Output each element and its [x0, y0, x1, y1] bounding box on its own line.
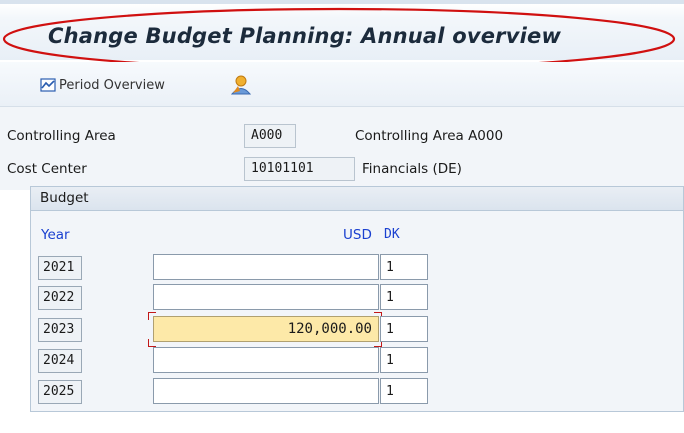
dk-input-2022[interactable]: 1 [380, 284, 428, 310]
amount-input-2025[interactable] [153, 378, 379, 404]
page-title: Change Budget Planning: Annual overview [48, 24, 562, 48]
period-overview-button[interactable]: Period Overview [40, 74, 165, 96]
cost-center-field[interactable]: 10101101 [244, 157, 355, 181]
amount-input-2024[interactable] [153, 347, 379, 373]
year-column-header: Year [41, 227, 70, 243]
period-overview-label: Period Overview [59, 77, 165, 93]
dk-input-2023[interactable]: 1 [380, 316, 428, 342]
dk-input-2025[interactable]: 1 [380, 378, 428, 404]
period-overview-icon [40, 77, 56, 93]
cost-center-label: Cost Center [7, 161, 87, 177]
currency-column-header: USD [343, 227, 372, 243]
year-cell-2023: 2023 [38, 318, 82, 342]
header-fields: Controlling Area A000 Controlling Area A… [0, 107, 684, 190]
year-cell-2021: 2021 [38, 256, 82, 280]
budget-section-title: Budget [31, 187, 683, 211]
controlling-area-label: Controlling Area [7, 128, 116, 144]
budget-panel: Budget Year USD DK 2021 1 2022 1 2023 12… [30, 186, 684, 412]
focus-corner-tl [148, 312, 156, 320]
amount-input-2023[interactable]: 120,000.00 [153, 316, 379, 342]
user-settings-icon[interactable] [229, 72, 253, 100]
year-cell-2025: 2025 [38, 380, 82, 404]
dk-input-2024[interactable]: 1 [380, 347, 428, 373]
controlling-area-description: Controlling Area A000 [355, 128, 504, 144]
year-cell-2022: 2022 [38, 286, 82, 310]
dk-input-2021[interactable]: 1 [380, 254, 428, 280]
dk-column-header: DK [384, 227, 400, 242]
cost-center-description: Financials (DE) [362, 161, 462, 177]
focus-corner-bl [148, 339, 156, 347]
title-bar: Change Budget Planning: Annual overview [0, 0, 684, 60]
toolbar: Period Overview [0, 62, 684, 107]
controlling-area-field[interactable]: A000 [244, 124, 296, 148]
amount-input-2022[interactable] [153, 284, 379, 310]
year-cell-2024: 2024 [38, 349, 82, 373]
amount-input-2021[interactable] [153, 254, 379, 280]
